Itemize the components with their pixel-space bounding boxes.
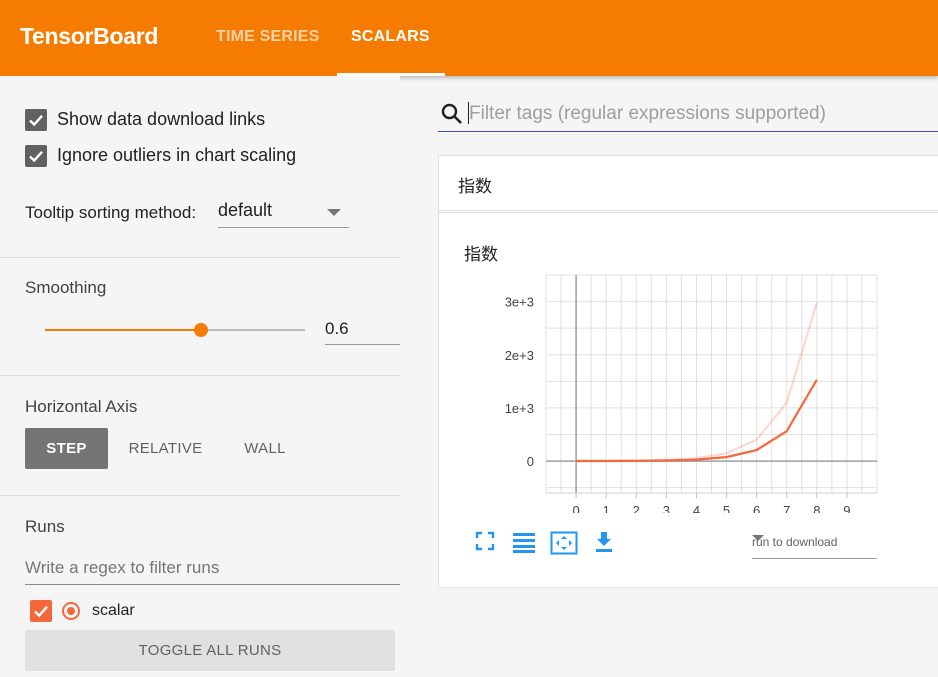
smoothing-value: 0.6 xyxy=(325,319,349,338)
ignore-outliers-checkbox[interactable] xyxy=(25,145,47,167)
tag-group-header[interactable]: 指数 xyxy=(438,155,938,211)
tooltip-sorting-select[interactable]: default xyxy=(218,196,349,228)
tag-filter-placeholder: Filter tags (regular expressions support… xyxy=(469,103,826,124)
fullscreen-icon[interactable] xyxy=(475,531,495,551)
check-icon xyxy=(29,150,43,163)
smoothing-title: Smoothing xyxy=(25,278,107,297)
tag-group-title: 指数 xyxy=(458,177,492,196)
ignore-outliers-label: Ignore outliers in chart scaling xyxy=(57,145,297,165)
check-icon xyxy=(29,114,43,127)
y-tick-label: 1e+3 xyxy=(505,401,534,416)
tooltip-sorting-label: Tooltip sorting method: xyxy=(25,203,197,222)
x-tick-label: 3 xyxy=(663,503,670,513)
run-to-download-select[interactable]: run to download xyxy=(752,531,877,559)
x-tick-label: 2 xyxy=(633,503,640,513)
divider xyxy=(0,375,400,376)
show-download-links-checkbox[interactable] xyxy=(25,109,47,131)
y-tick-label: 3e+3 xyxy=(505,295,534,310)
line-chart[interactable]: 0 1 2 3 4 5 6 7 8 9 0 1e+3 2e+3 3e+3 xyxy=(439,213,938,513)
runs-filter-input[interactable]: Write a regex to filter runs xyxy=(25,552,400,585)
tooltip-sorting-value: default xyxy=(218,200,273,220)
x-tick-label: 6 xyxy=(753,503,760,513)
run-checkbox[interactable] xyxy=(30,600,52,622)
x-tick-label: 4 xyxy=(693,503,700,513)
scalar-chart-card: 指数 0 1 2 3 4 5 6 7 8 9 0 1e+3 2e+3 3e+3 run to downlo… xyxy=(438,212,938,588)
divider xyxy=(0,257,400,258)
sidebar: Show data download links Ignore outliers… xyxy=(0,76,400,677)
axis-wall-button[interactable]: WALL xyxy=(230,428,300,469)
horizontal-axis-title: Horizontal Axis xyxy=(25,397,138,416)
check-icon xyxy=(34,605,48,618)
chevron-down-icon xyxy=(327,209,341,216)
run-color-radio[interactable] xyxy=(62,602,80,620)
runs-filter-placeholder: Write a regex to filter runs xyxy=(25,558,220,577)
download-icon[interactable] xyxy=(594,531,614,553)
smoothing-slider-thumb[interactable] xyxy=(194,323,208,337)
x-tick-label: 8 xyxy=(813,503,820,513)
y-tick-label: 2e+3 xyxy=(505,348,534,363)
tab-scalars[interactable]: SCALARS xyxy=(351,28,430,46)
y-tick-label: 0 xyxy=(527,454,534,469)
search-icon xyxy=(441,103,462,124)
top-app-bar: TensorBoard TIME SERIES SCALARS xyxy=(0,0,938,76)
app-title: TensorBoard xyxy=(20,23,159,49)
x-tick-label: 9 xyxy=(843,503,850,513)
run-name: scalar xyxy=(92,602,135,619)
axis-relative-button[interactable]: RELATIVE xyxy=(118,428,213,469)
run-to-download-value: run to download xyxy=(752,535,838,549)
x-tick-label: 0 xyxy=(572,503,579,513)
runs-title: Runs xyxy=(25,517,65,536)
toggle-all-runs-button[interactable]: TOGGLE ALL RUNS xyxy=(25,630,395,671)
x-tick-label: 7 xyxy=(783,503,790,513)
smoothing-slider-fill xyxy=(45,329,201,331)
divider xyxy=(0,495,400,496)
x-tick-label: 1 xyxy=(603,503,610,513)
smoothing-slider[interactable] xyxy=(45,323,305,337)
fit-domain-icon[interactable] xyxy=(550,531,578,555)
smoothing-value-input[interactable]: 0.6 xyxy=(325,312,400,345)
axis-step-button[interactable]: STEP xyxy=(25,428,108,469)
x-tick-label: 5 xyxy=(723,503,730,513)
chevron-down-icon xyxy=(752,535,764,541)
toggle-log-scale-icon[interactable] xyxy=(512,531,536,553)
tag-filter-input[interactable]: Filter tags (regular expressions support… xyxy=(438,97,938,132)
show-download-links-label: Show data download links xyxy=(57,109,266,129)
tab-time-series[interactable]: TIME SERIES xyxy=(216,28,320,46)
